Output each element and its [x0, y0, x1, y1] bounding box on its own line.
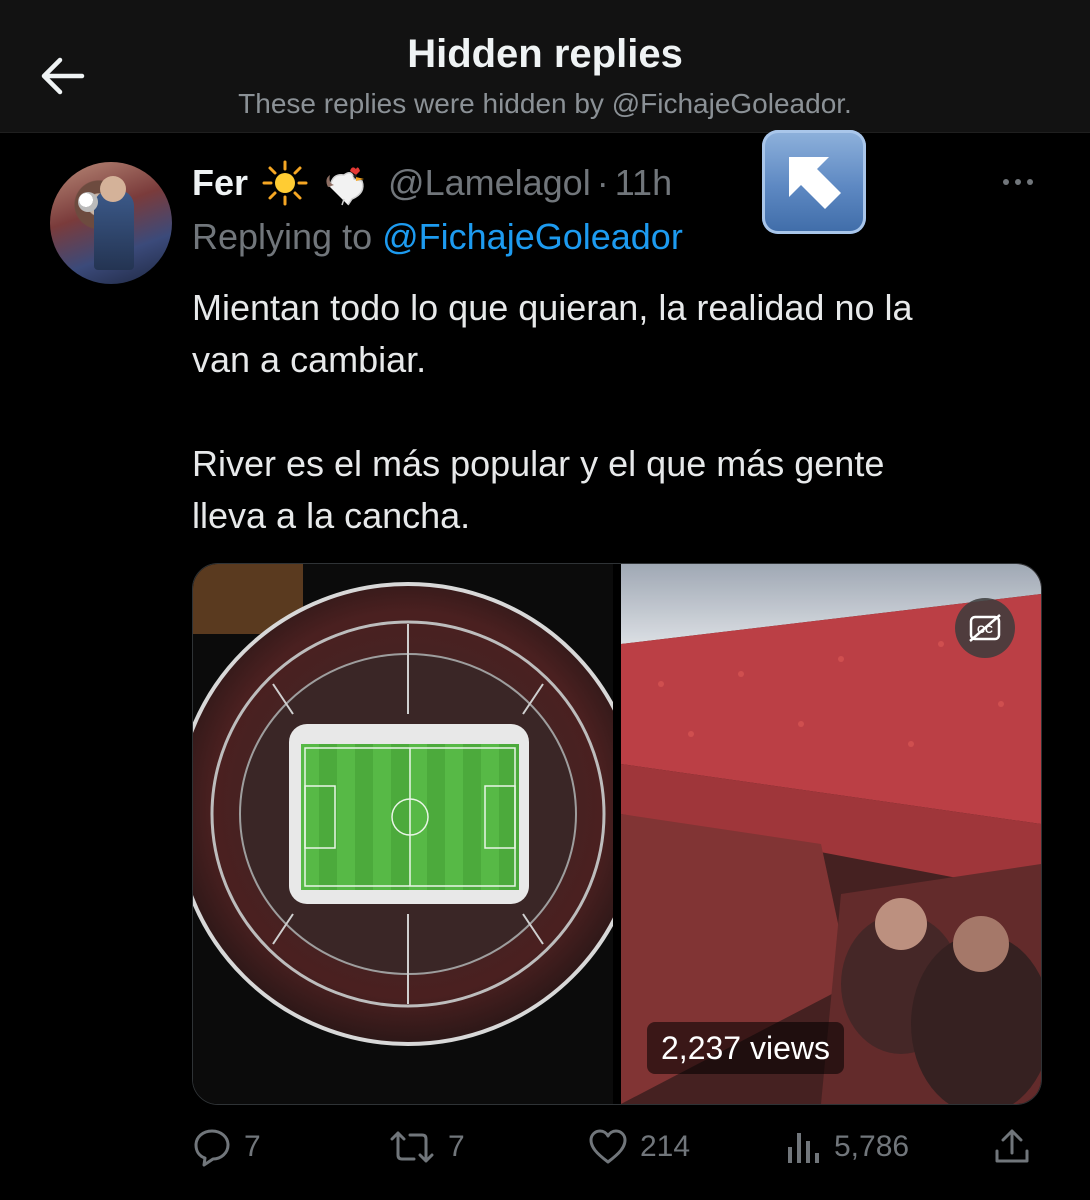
separator-dot: · [596, 162, 609, 203]
top-bar: Hidden replies These replies were hidden… [0, 0, 1090, 133]
page-title: Hidden replies [407, 32, 683, 76]
more-dot-icon [1027, 179, 1033, 185]
avatar-head [100, 176, 126, 202]
heart-icon [589, 1129, 627, 1164]
tweet-header: Fer @Lamelagol · 11h [192, 158, 672, 208]
replying-to-link[interactable]: @FichajeGoleador [382, 216, 683, 257]
view-count: 5,786 [834, 1130, 910, 1163]
handle[interactable]: @Lamelagol [388, 162, 591, 204]
share-button[interactable] [992, 1122, 1032, 1172]
rooster-emoji-icon [322, 159, 370, 207]
repost-icon [390, 1131, 434, 1163]
display-name[interactable]: Fer [192, 162, 248, 204]
reply-button[interactable]: 7 [192, 1122, 261, 1172]
analytics-bars-icon [788, 1133, 819, 1163]
more-dot-icon [1015, 179, 1021, 185]
avatar[interactable] [50, 162, 172, 284]
avatar-ball [78, 192, 98, 212]
stadium-aerial-photo[interactable] [193, 564, 613, 1104]
captions-off-icon[interactable]: CC [955, 598, 1015, 658]
up-left-arrow-icon [762, 130, 866, 234]
replying-to-label: Replying to [192, 216, 373, 257]
repost-count: 7 [448, 1130, 465, 1163]
share-icon [995, 1129, 1029, 1163]
sun-emoji-icon [262, 160, 308, 206]
timestamp[interactable]: 11h [615, 162, 672, 204]
reply-icon [194, 1129, 230, 1167]
tweet-media[interactable]: CC 2,237 views [192, 563, 1042, 1105]
repost-button[interactable]: 7 [388, 1122, 465, 1172]
replying-to-line: Replying to @FichajeGoleador [192, 216, 683, 258]
page-subtitle: These replies were hidden by @FichajeGol… [238, 88, 852, 119]
like-button[interactable]: 214 [588, 1122, 690, 1172]
video-view-count: 2,237 views [647, 1022, 844, 1074]
tweet-text: Mientan todo lo que quieran, la realidad… [192, 287, 913, 536]
reply-count: 7 [244, 1130, 261, 1163]
avatar-figure [94, 190, 134, 270]
crowd-video[interactable]: CC 2,237 views [621, 564, 1041, 1104]
more-options-button[interactable] [990, 168, 1046, 196]
more-dot-icon [1003, 179, 1009, 185]
views-button[interactable]: 5,786 [786, 1122, 909, 1172]
action-bar: 7 7 214 5,786 [192, 1122, 1042, 1172]
like-count: 214 [640, 1130, 691, 1163]
